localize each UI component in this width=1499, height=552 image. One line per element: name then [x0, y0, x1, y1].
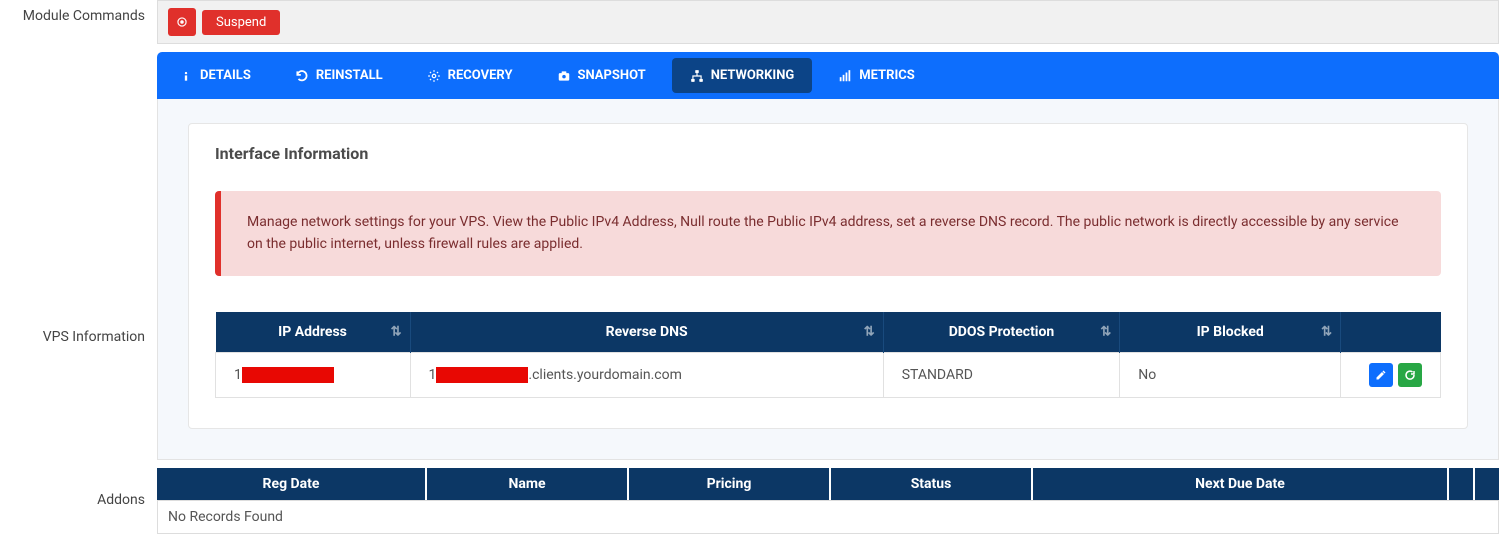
reset-button[interactable]	[1398, 363, 1422, 387]
th-rdns-label: Reverse DNS	[606, 324, 688, 340]
section-label-module-commands: Module Commands	[0, 0, 157, 99]
cell-blocked: No	[1120, 352, 1341, 397]
pencil-icon	[1375, 369, 1387, 381]
info-alert: Manage network settings for your VPS. Vi…	[215, 191, 1441, 276]
rdns-prefix: 1	[429, 367, 437, 383]
th-extra-1	[1449, 468, 1473, 500]
networking-panel: Interface Information Manage network set…	[157, 99, 1499, 460]
redacted-ip	[242, 367, 334, 383]
th-ip-label: IP Address	[278, 324, 347, 340]
th-actions	[1341, 312, 1441, 353]
tab-metrics[interactable]: METRICS	[816, 52, 937, 99]
th-rdns[interactable]: Reverse DNS ⇅	[410, 312, 883, 353]
th-ddos-label: DDOS Protection	[949, 324, 1055, 340]
section-label-addons: Addons	[0, 468, 157, 534]
power-icon-button[interactable]	[168, 8, 196, 36]
tab-details-label: DETAILS	[200, 68, 251, 83]
vps-tab-bar: DETAILS REINSTALL RECOVERY SNAPSHOT NETW…	[157, 52, 1499, 99]
ip-prefix: 1	[234, 367, 242, 383]
redacted-host	[436, 367, 528, 383]
tab-reinstall-label: REINSTALL	[316, 68, 383, 83]
tab-metrics-label: METRICS	[859, 68, 915, 83]
network-icon	[690, 69, 704, 83]
cell-ip: 1	[216, 352, 411, 397]
tab-recovery-label: RECOVERY	[448, 68, 513, 83]
module-commands-bar: Suspend	[157, 0, 1499, 44]
sort-icon: ⇅	[391, 324, 402, 339]
suspend-button[interactable]: Suspend	[202, 10, 280, 35]
info-icon	[179, 69, 193, 83]
th-reg-date[interactable]: Reg Date	[157, 468, 425, 500]
th-ddos[interactable]: DDOS Protection ⇅	[883, 312, 1120, 353]
cell-actions	[1341, 352, 1441, 397]
addons-empty: No Records Found	[157, 500, 1499, 534]
sort-icon: ⇅	[864, 324, 875, 339]
th-blocked-label: IP Blocked	[1197, 324, 1264, 340]
cell-ddos: STANDARD	[883, 352, 1120, 397]
th-pricing[interactable]: Pricing	[629, 468, 829, 500]
sort-icon: ⇅	[1100, 324, 1111, 339]
tab-networking-label: NETWORKING	[711, 68, 795, 83]
th-next-due[interactable]: Next Due Date	[1033, 468, 1447, 500]
th-name[interactable]: Name	[427, 468, 627, 500]
tab-networking[interactable]: NETWORKING	[672, 58, 813, 93]
edit-button[interactable]	[1369, 363, 1393, 387]
tab-snapshot[interactable]: SNAPSHOT	[535, 52, 668, 99]
tab-recovery[interactable]: RECOVERY	[405, 52, 535, 99]
tab-snapshot-label: SNAPSHOT	[578, 68, 646, 83]
undo-icon	[1404, 369, 1416, 381]
section-label-vps-information: VPS Information	[0, 99, 157, 460]
cell-rdns: 1 .clients.yourdomain.com	[410, 352, 883, 397]
camera-icon	[557, 69, 571, 83]
card-title: Interface Information	[215, 144, 1441, 163]
gear-icon	[427, 69, 441, 83]
th-ip[interactable]: IP Address ⇅	[216, 312, 411, 353]
sort-icon: ⇅	[1321, 324, 1332, 339]
th-blocked[interactable]: IP Blocked ⇅	[1120, 312, 1341, 353]
undo-icon	[295, 69, 309, 83]
tab-details[interactable]: DETAILS	[157, 52, 273, 99]
th-extra-2	[1475, 468, 1499, 500]
rdns-suffix: .clients.yourdomain.com	[528, 367, 682, 383]
addons-header: Reg Date Name Pricing Status Next Due Da…	[157, 468, 1499, 500]
tab-reinstall[interactable]: REINSTALL	[273, 52, 405, 99]
bars-icon	[838, 69, 852, 83]
interface-card: Interface Information Manage network set…	[188, 123, 1468, 429]
th-status[interactable]: Status	[831, 468, 1031, 500]
table-row: 1 1 .clients.yourdomain.com STANDARD No	[216, 352, 1441, 397]
interface-table: IP Address ⇅ Reverse DNS ⇅ DDOS Protecti…	[215, 312, 1441, 398]
